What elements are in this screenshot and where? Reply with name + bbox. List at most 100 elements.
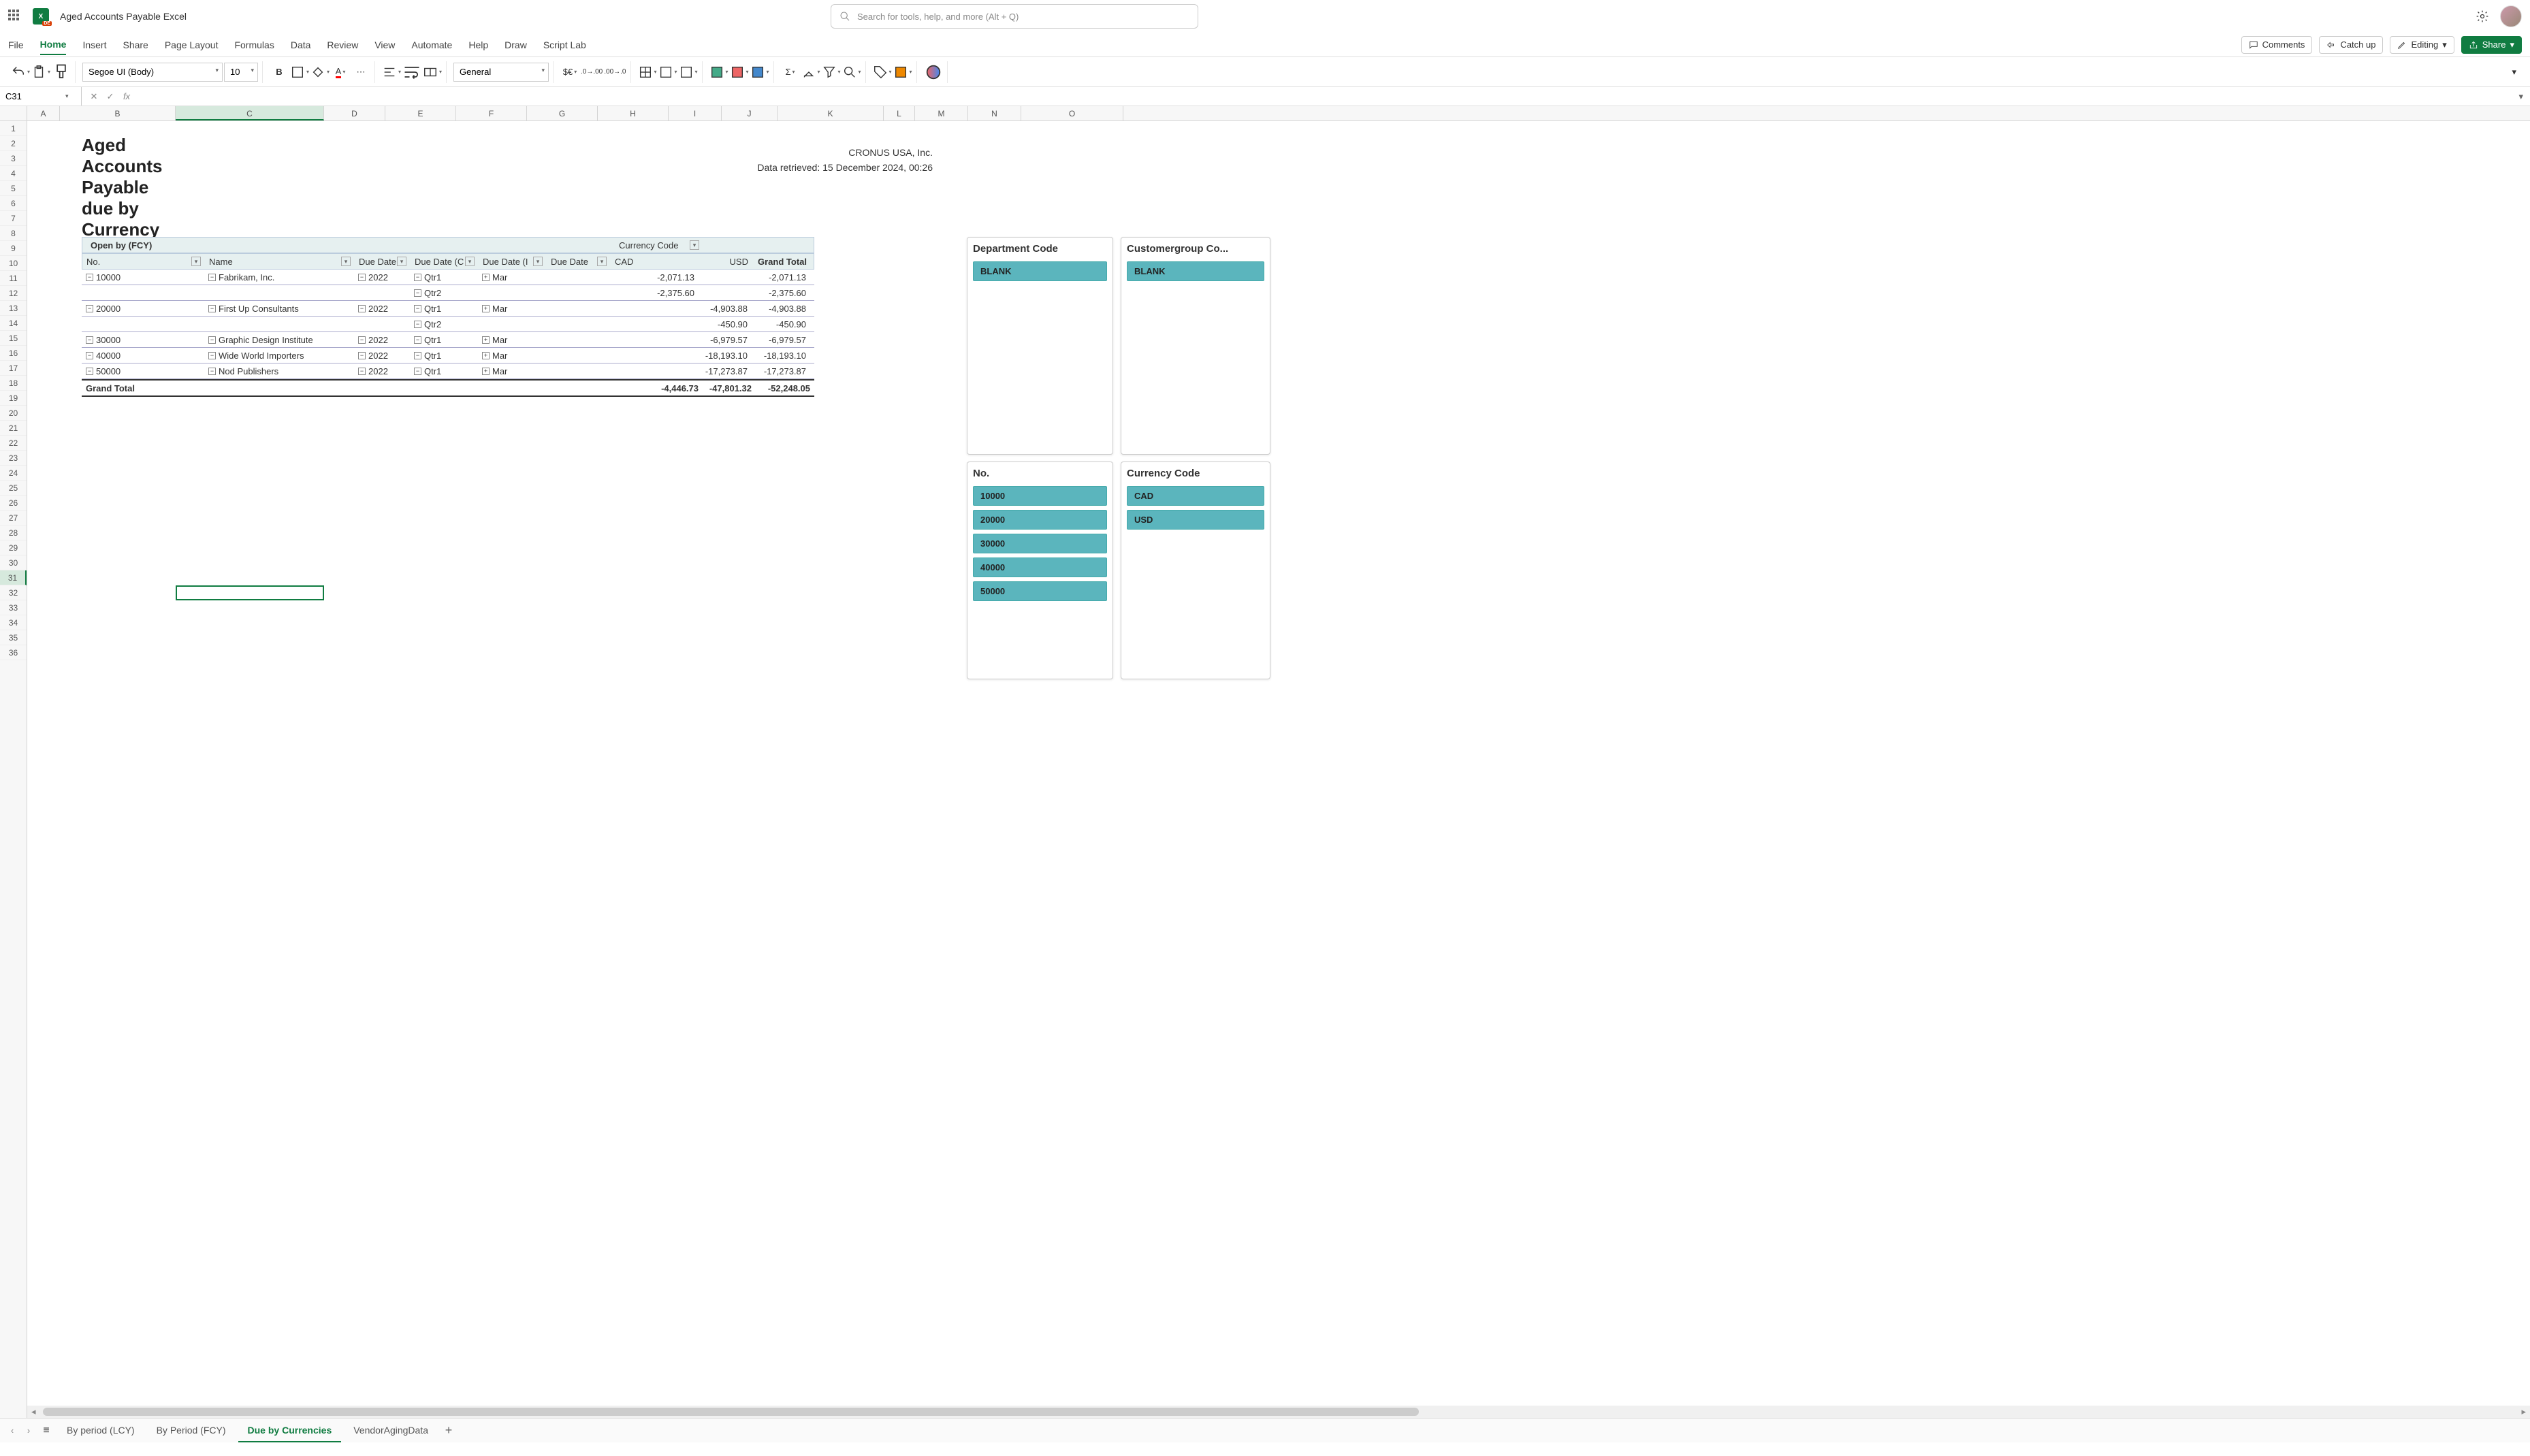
collapse-icon[interactable]: −	[358, 305, 366, 312]
collapse-icon[interactable]: −	[414, 336, 421, 344]
tab-review[interactable]: Review	[327, 35, 358, 54]
selected-cell[interactable]	[176, 585, 324, 600]
column-header[interactable]: F	[456, 106, 527, 120]
row-header[interactable]: 20	[0, 406, 27, 421]
row-header[interactable]: 26	[0, 496, 27, 511]
autosum-button[interactable]: Σ▾	[781, 63, 800, 82]
row-header[interactable]: 24	[0, 466, 27, 481]
row-header[interactable]: 33	[0, 600, 27, 615]
search-input[interactable]: Search for tools, help, and more (Alt + …	[831, 4, 1198, 29]
slicer-item[interactable]: 20000	[973, 510, 1107, 530]
name-box[interactable]: ▾	[0, 87, 82, 106]
slicer-department[interactable]: Department Code BLANK	[967, 237, 1113, 455]
tab-page-layout[interactable]: Page Layout	[165, 35, 219, 54]
tab-script-lab[interactable]: Script Lab	[543, 35, 586, 54]
chevron-down-icon[interactable]: ▾	[61, 93, 73, 100]
row-header[interactable]: 8	[0, 226, 27, 241]
chevron-down-icon[interactable]: ▾	[465, 257, 475, 266]
pivot-table[interactable]: Open by (FCY) Currency Code▾ No.▾ Name▾ …	[82, 237, 814, 397]
collapse-icon[interactable]: −	[86, 336, 93, 344]
column-header[interactable]: G	[527, 106, 598, 120]
sheet-area[interactable]: Aged Accounts Payable due by Currency (F…	[27, 121, 2530, 1418]
collapse-icon[interactable]: −	[86, 274, 93, 281]
row-header[interactable]: 4	[0, 166, 27, 181]
slicer-item[interactable]: 50000	[973, 581, 1107, 601]
pivot-row[interactable]: −50000−Nod Publishers−2022−Qtr1+Mar-17,2…	[82, 363, 814, 379]
row-header[interactable]: 7	[0, 211, 27, 226]
avatar[interactable]	[2500, 5, 2522, 27]
expand-icon[interactable]: +	[482, 305, 490, 312]
clear-button[interactable]: ▾	[801, 63, 820, 82]
collapse-icon[interactable]: −	[414, 368, 421, 375]
row-header[interactable]: 15	[0, 331, 27, 346]
column-header[interactable]: D	[324, 106, 385, 120]
tab-insert[interactable]: Insert	[82, 35, 106, 54]
slicer-item[interactable]: BLANK	[1127, 261, 1264, 281]
tab-share[interactable]: Share	[123, 35, 148, 54]
scroll-left-icon[interactable]: ◂	[27, 1406, 40, 1417]
column-header[interactable]: C	[176, 106, 324, 120]
cancel-formula-button[interactable]: ✕	[87, 90, 101, 103]
sheet-tab-fcy[interactable]: By Period (FCY)	[147, 1419, 236, 1442]
ribbon-expand-button[interactable]: ▾	[2505, 67, 2523, 78]
tab-view[interactable]: View	[374, 35, 395, 54]
collapse-icon[interactable]: −	[358, 274, 366, 281]
collapse-icon[interactable]: −	[358, 352, 366, 359]
row-header[interactable]: 35	[0, 630, 27, 645]
collapse-icon[interactable]: −	[414, 274, 421, 281]
row-header[interactable]: 34	[0, 615, 27, 630]
fx-button[interactable]: fx	[120, 90, 133, 103]
collapse-icon[interactable]: −	[208, 305, 216, 312]
fill-color-button[interactable]: ▾	[310, 63, 330, 82]
align-button[interactable]: ▾	[382, 63, 401, 82]
collapse-icon[interactable]: −	[86, 305, 93, 312]
borders-button[interactable]: ▾	[290, 63, 309, 82]
styles-button[interactable]: ▾	[730, 63, 749, 82]
app-launcher-icon[interactable]	[8, 10, 22, 23]
tab-file[interactable]: File	[8, 35, 24, 54]
expand-icon[interactable]: +	[482, 368, 490, 375]
row-header[interactable]: 17	[0, 361, 27, 376]
font-name-select[interactable]	[82, 63, 223, 82]
chevron-down-icon[interactable]: ▾	[397, 257, 406, 266]
sort-filter-button[interactable]: ▾	[822, 63, 841, 82]
catchup-button[interactable]: Catch up	[2319, 36, 2383, 54]
row-header[interactable]: 16	[0, 346, 27, 361]
row-header[interactable]: 21	[0, 421, 27, 436]
insert-cells-button[interactable]: ▾	[638, 63, 657, 82]
font-color-button[interactable]: A▾	[331, 63, 350, 82]
column-header[interactable]: L	[884, 106, 915, 120]
font-size-select[interactable]	[224, 63, 258, 82]
pivot-row[interactable]: −Qtr2-450.90-450.90	[82, 317, 814, 332]
row-header[interactable]: 11	[0, 271, 27, 286]
sheet-next-button[interactable]: ›	[22, 1425, 35, 1436]
tab-draw[interactable]: Draw	[505, 35, 527, 54]
sheet-tab-vendordata[interactable]: VendorAgingData	[344, 1419, 438, 1442]
row-header[interactable]: 14	[0, 316, 27, 331]
column-header[interactable]: B	[60, 106, 176, 120]
pivot-row[interactable]: −Qtr2-2,375.60-2,375.60	[82, 285, 814, 301]
row-header[interactable]: 31	[0, 570, 27, 585]
document-title[interactable]: Aged Accounts Payable Excel	[60, 11, 187, 22]
row-header[interactable]: 25	[0, 481, 27, 496]
row-header[interactable]: 6	[0, 196, 27, 211]
collapse-icon[interactable]: −	[358, 336, 366, 344]
collapse-icon[interactable]: −	[86, 352, 93, 359]
collapse-icon[interactable]: −	[414, 289, 421, 297]
column-header[interactable]: A	[27, 106, 60, 120]
row-header[interactable]: 28	[0, 525, 27, 540]
delete-cells-button[interactable]: ▾	[658, 63, 677, 82]
horizontal-scrollbar[interactable]: ◂ ▸	[27, 1406, 2530, 1418]
collapse-icon[interactable]: −	[414, 352, 421, 359]
row-header[interactable]: 19	[0, 391, 27, 406]
chevron-down-icon[interactable]: ▾	[341, 257, 351, 266]
tab-home[interactable]: Home	[40, 35, 67, 55]
column-header[interactable]: N	[968, 106, 1021, 120]
currency-button[interactable]: $€▾	[560, 63, 579, 82]
collapse-icon[interactable]: −	[208, 368, 216, 375]
slicer-item[interactable]: USD	[1127, 510, 1264, 530]
pivot-row[interactable]: −20000−First Up Consultants−2022−Qtr1+Ma…	[82, 301, 814, 317]
slicer-customergroup[interactable]: Customergroup Co... BLANK	[1121, 237, 1270, 455]
pivot-row[interactable]: −30000−Graphic Design Institute−2022−Qtr…	[82, 332, 814, 348]
chevron-down-icon[interactable]: ▾	[690, 240, 699, 250]
